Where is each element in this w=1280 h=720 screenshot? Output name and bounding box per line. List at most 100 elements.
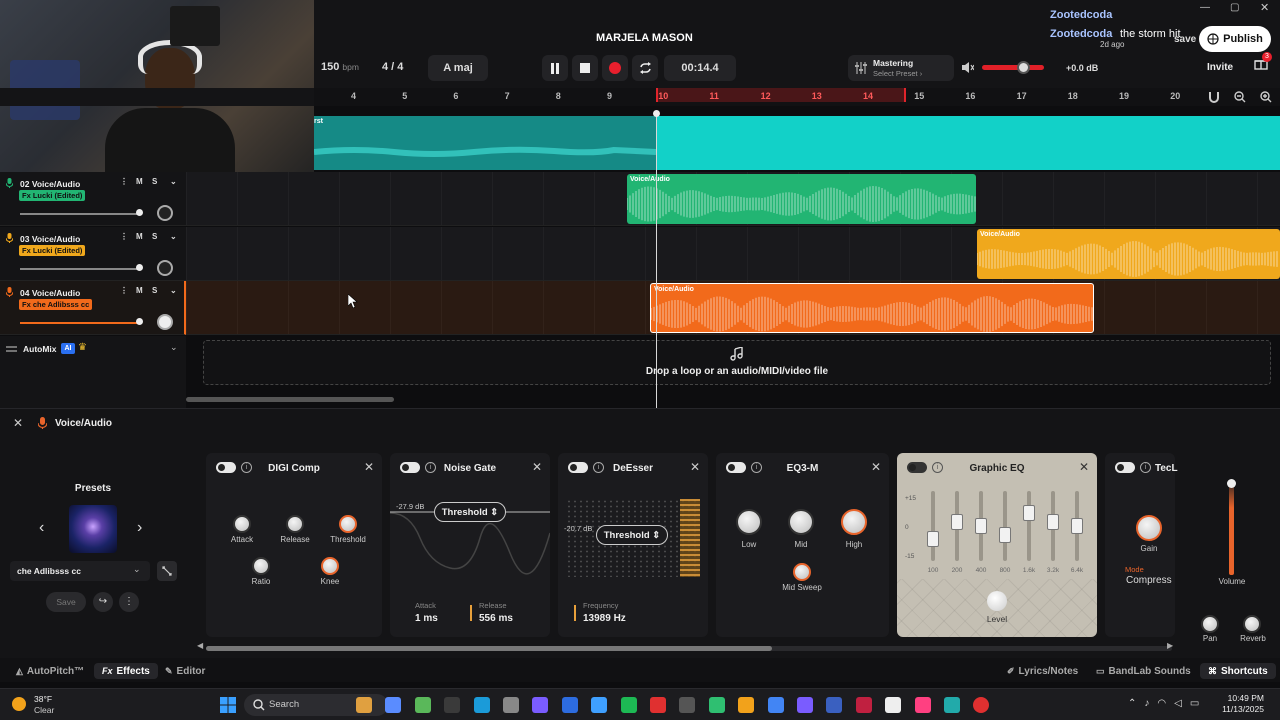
app-icon[interactable] xyxy=(532,697,549,713)
release-knob[interactable] xyxy=(286,515,304,533)
track-pan-knob[interactable] xyxy=(157,259,173,276)
speaker-icon[interactable] xyxy=(962,62,974,73)
level-knob[interactable] xyxy=(987,591,1007,611)
start-button[interactable] xyxy=(220,697,236,713)
chevron-down-icon[interactable]: ⌄ xyxy=(170,232,177,241)
track-lane[interactable]: Voice/Audio xyxy=(186,172,1280,226)
record-button[interactable] xyxy=(602,55,628,81)
track-pan-knob[interactable] xyxy=(157,314,173,330)
spotify-icon[interactable] xyxy=(620,697,637,713)
lane-01[interactable]: rst xyxy=(314,116,1280,170)
fx-badge[interactable]: Fx Lucki (Edited) xyxy=(19,190,86,201)
publish-button[interactable]: Publish xyxy=(1199,26,1271,52)
app-icon[interactable] xyxy=(444,697,461,713)
close-icon[interactable]: ✕ xyxy=(690,460,700,474)
track-volume-slider[interactable] xyxy=(20,267,138,270)
eq-band-handle[interactable] xyxy=(1023,504,1035,521)
zoom-out-icon[interactable] xyxy=(1234,91,1246,103)
chevron-down-icon[interactable]: ⌄ xyxy=(170,286,177,295)
track-volume-slider[interactable] xyxy=(20,213,138,215)
tab-shortcuts[interactable]: ⌘ Shortcuts xyxy=(1200,663,1276,679)
track-header[interactable]: 02 Voice/Audio Fx Lucki (Edited) ⋮ M S ⌄ xyxy=(0,172,186,226)
zoom-in-icon[interactable] xyxy=(1260,91,1272,103)
attack-knob[interactable] xyxy=(233,515,251,533)
preset-save-button[interactable]: Save xyxy=(46,592,86,612)
copilot-icon[interactable] xyxy=(385,697,402,713)
track-title[interactable]: 04 Voice/Audio xyxy=(20,288,80,298)
folder-icon[interactable] xyxy=(356,697,372,713)
app-icon[interactable] xyxy=(944,697,960,713)
eq-band-handle[interactable] xyxy=(975,518,987,534)
mode-value[interactable]: Compress xyxy=(1126,575,1172,586)
chrome-icon[interactable] xyxy=(767,697,784,713)
eq-band-handle[interactable] xyxy=(999,526,1011,543)
track-volume-handle[interactable] xyxy=(136,209,143,216)
save-overlay[interactable]: save xyxy=(1174,34,1196,45)
fx-badge[interactable]: Fx Lucki (Edited) xyxy=(19,244,86,256)
app-icon[interactable] xyxy=(855,697,872,713)
loop-button[interactable] xyxy=(632,55,658,81)
timeline-scrollbar[interactable] xyxy=(186,397,394,402)
key-selector[interactable]: A maj xyxy=(428,55,488,81)
minimize-icon[interactable]: — xyxy=(1200,2,1210,13)
more-icon[interactable]: ⋮ xyxy=(120,177,128,186)
threshold-knob[interactable] xyxy=(339,515,357,533)
eq-band-handle[interactable] xyxy=(927,531,939,548)
pan-knob[interactable] xyxy=(1201,615,1219,633)
frequency-value[interactable]: 13989 Hz xyxy=(583,613,626,624)
mid-knob[interactable] xyxy=(788,509,814,535)
audio-clip[interactable]: Voice/Audio xyxy=(977,228,1280,279)
preset-artwork[interactable] xyxy=(69,505,117,553)
volume-fader[interactable] xyxy=(1227,479,1236,575)
knee-knob[interactable] xyxy=(321,557,339,575)
track-title[interactable]: 02 Voice/Audio xyxy=(20,179,80,189)
tab-editor[interactable]: ✎ Editor xyxy=(165,663,205,679)
gain-knob[interactable] xyxy=(1136,515,1162,541)
mute-button[interactable]: M xyxy=(136,232,143,241)
volume-fader-handle[interactable] xyxy=(1227,479,1236,488)
track-lane[interactable]: Voice/Audio xyxy=(186,226,1280,281)
clock-date[interactable]: 11/13/2025 xyxy=(1206,704,1264,714)
track-header[interactable]: 04 Voice/Audio Fx che Adlibsss cc ⋮ M S ⌄ xyxy=(0,281,186,335)
effects-scrollbar-thumb[interactable] xyxy=(206,646,772,651)
close-icon[interactable]: ✕ xyxy=(871,460,881,474)
app-icon[interactable] xyxy=(679,697,696,713)
close-icon[interactable]: ✕ xyxy=(1079,460,1089,474)
preset-unlink-button[interactable] xyxy=(157,561,177,581)
solo-button[interactable]: S xyxy=(152,232,157,241)
info-icon[interactable]: i xyxy=(1140,462,1151,473)
tab-bandlab-sounds[interactable]: ▭ BandLab Sounds xyxy=(1096,663,1191,679)
chevron-down-icon[interactable]: ⌄ xyxy=(170,177,177,186)
dropzone[interactable]: Drop a loop or an audio/MIDI/video file xyxy=(203,340,1271,385)
system-tray[interactable]: ⌃♪◠◁▭ xyxy=(1128,698,1207,709)
ratio-knob[interactable] xyxy=(252,557,270,575)
app-icon[interactable] xyxy=(738,697,755,713)
tab-lyrics[interactable]: ✐ Lyrics/Notes xyxy=(1007,663,1078,679)
song-title[interactable]: MARJELA MASON xyxy=(596,32,693,44)
scroll-right-icon[interactable]: ▶ xyxy=(1167,641,1173,650)
mastering-button[interactable]: Mastering Select Preset › xyxy=(848,55,954,81)
high-knob[interactable] xyxy=(841,509,867,535)
track-volume-slider[interactable] xyxy=(20,322,138,324)
close-icon[interactable]: ✕ xyxy=(532,460,542,474)
tempo-control[interactable]: 150 bpm xyxy=(321,61,359,73)
clip-01-a[interactable]: rst xyxy=(314,116,656,170)
close-icon[interactable]: ✕ xyxy=(364,460,374,474)
close-panel-icon[interactable]: ✕ xyxy=(13,416,23,430)
eq-band-handle[interactable] xyxy=(1071,518,1083,534)
app-icon[interactable] xyxy=(826,697,843,713)
mute-button[interactable]: M xyxy=(136,177,143,186)
tiktok-icon[interactable] xyxy=(914,697,931,713)
track-volume-handle[interactable] xyxy=(136,263,143,271)
close-window-icon[interactable]: ✕ xyxy=(1260,1,1269,14)
steam-icon[interactable] xyxy=(473,697,490,713)
more-button[interactable]: ⋮ xyxy=(119,592,139,612)
maximize-icon[interactable]: ▢ xyxy=(1230,2,1239,13)
track-pan-knob[interactable] xyxy=(157,205,173,221)
share-button[interactable]: ↪ xyxy=(93,592,113,612)
bandlab-icon[interactable] xyxy=(973,697,990,713)
timeline-ruler[interactable]: 4 5 6 7 8 9 10 11 12 13 14 15 16 17 18 19 20 xyxy=(314,88,1280,106)
techivox-toggle[interactable] xyxy=(1115,462,1135,473)
fx-badge[interactable]: Fx che Adlibsss cc xyxy=(19,299,93,310)
mute-button[interactable]: M xyxy=(136,286,143,295)
